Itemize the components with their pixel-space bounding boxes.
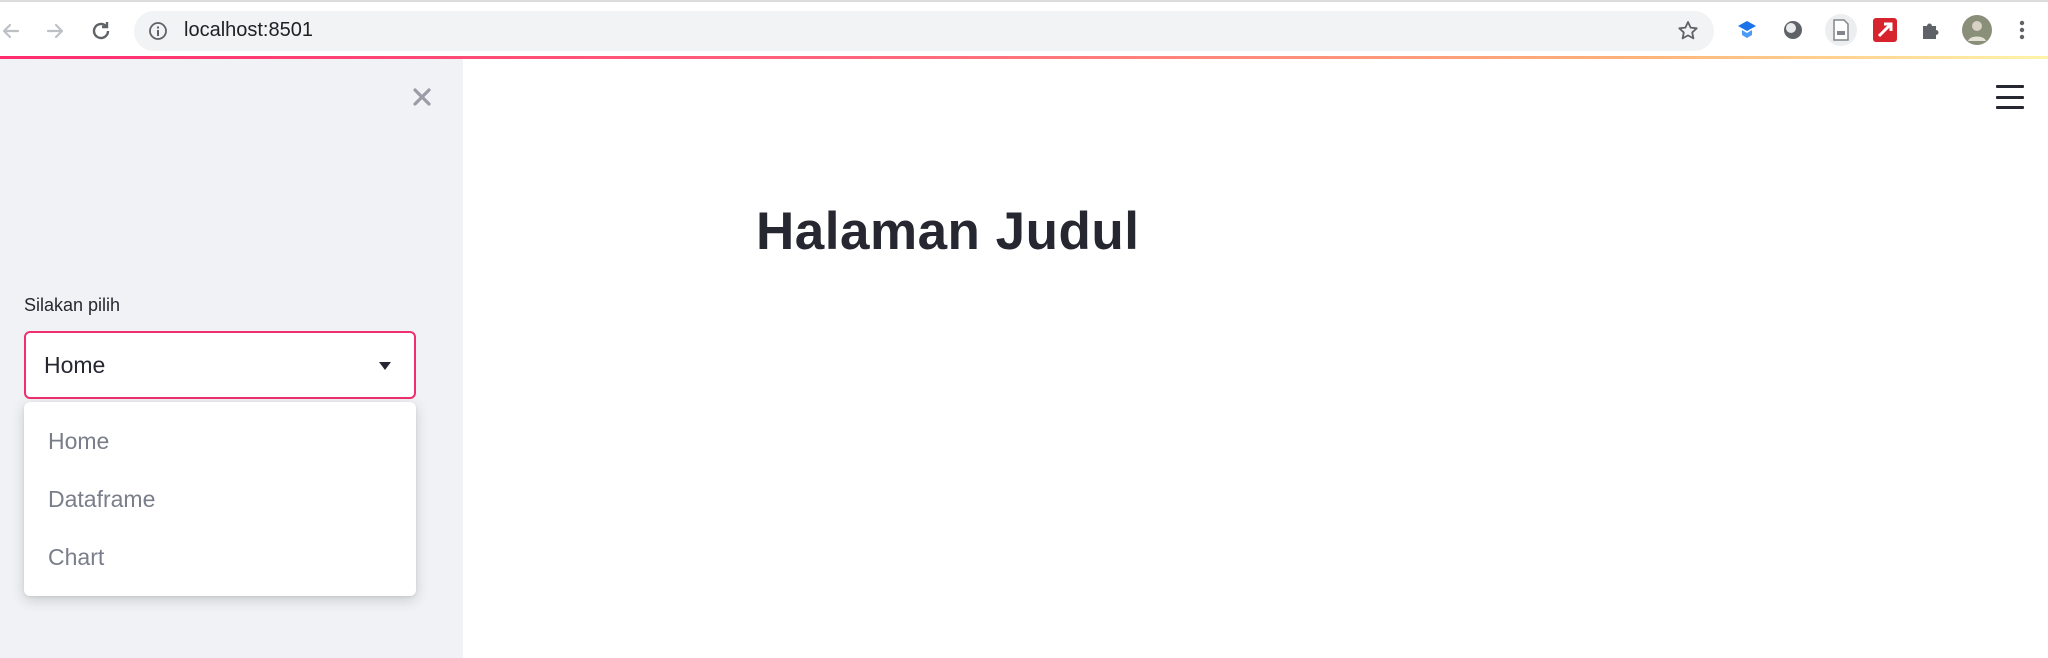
info-icon[interactable] [148,21,168,41]
page-select[interactable]: Home [24,331,416,399]
extension-icon[interactable] [1779,16,1807,44]
select-option-chart[interactable]: Chart [48,544,104,571]
menu-dots-icon[interactable] [2008,16,2036,44]
select-value: Home [44,352,106,378]
browser-toolbar: localhost:8501 [0,0,2048,56]
puzzle-icon[interactable] [1917,16,1945,44]
back-arrow-icon[interactable] [0,14,28,48]
url-text: localhost:8501 [184,19,313,41]
forward-arrow-icon[interactable] [38,14,72,48]
bookmark-star-icon[interactable] [1676,19,1700,43]
sidebar: Silakan pilih Home Home Dataframe Chart [0,59,463,658]
chevron-down-icon [379,362,391,370]
main-content: Halaman Judul [463,59,2048,658]
page-title: Halaman Judul [756,202,1140,261]
address-bar[interactable]: localhost:8501 [134,11,1714,51]
hamburger-menu-icon[interactable] [1996,85,2024,109]
select-option-dataframe[interactable]: Dataframe [48,486,155,513]
select-dropdown-menu: Home Dataframe Chart [24,402,416,596]
close-icon[interactable] [408,83,436,111]
reload-icon[interactable] [84,14,118,48]
extension-icon[interactable] [1733,16,1761,44]
avatar[interactable] [1961,14,1993,46]
select-label: Silakan pilih [24,295,121,315]
extension-icon[interactable] [1871,16,1899,44]
extension-icon[interactable] [1825,14,1857,46]
select-option-home[interactable]: Home [48,428,109,455]
